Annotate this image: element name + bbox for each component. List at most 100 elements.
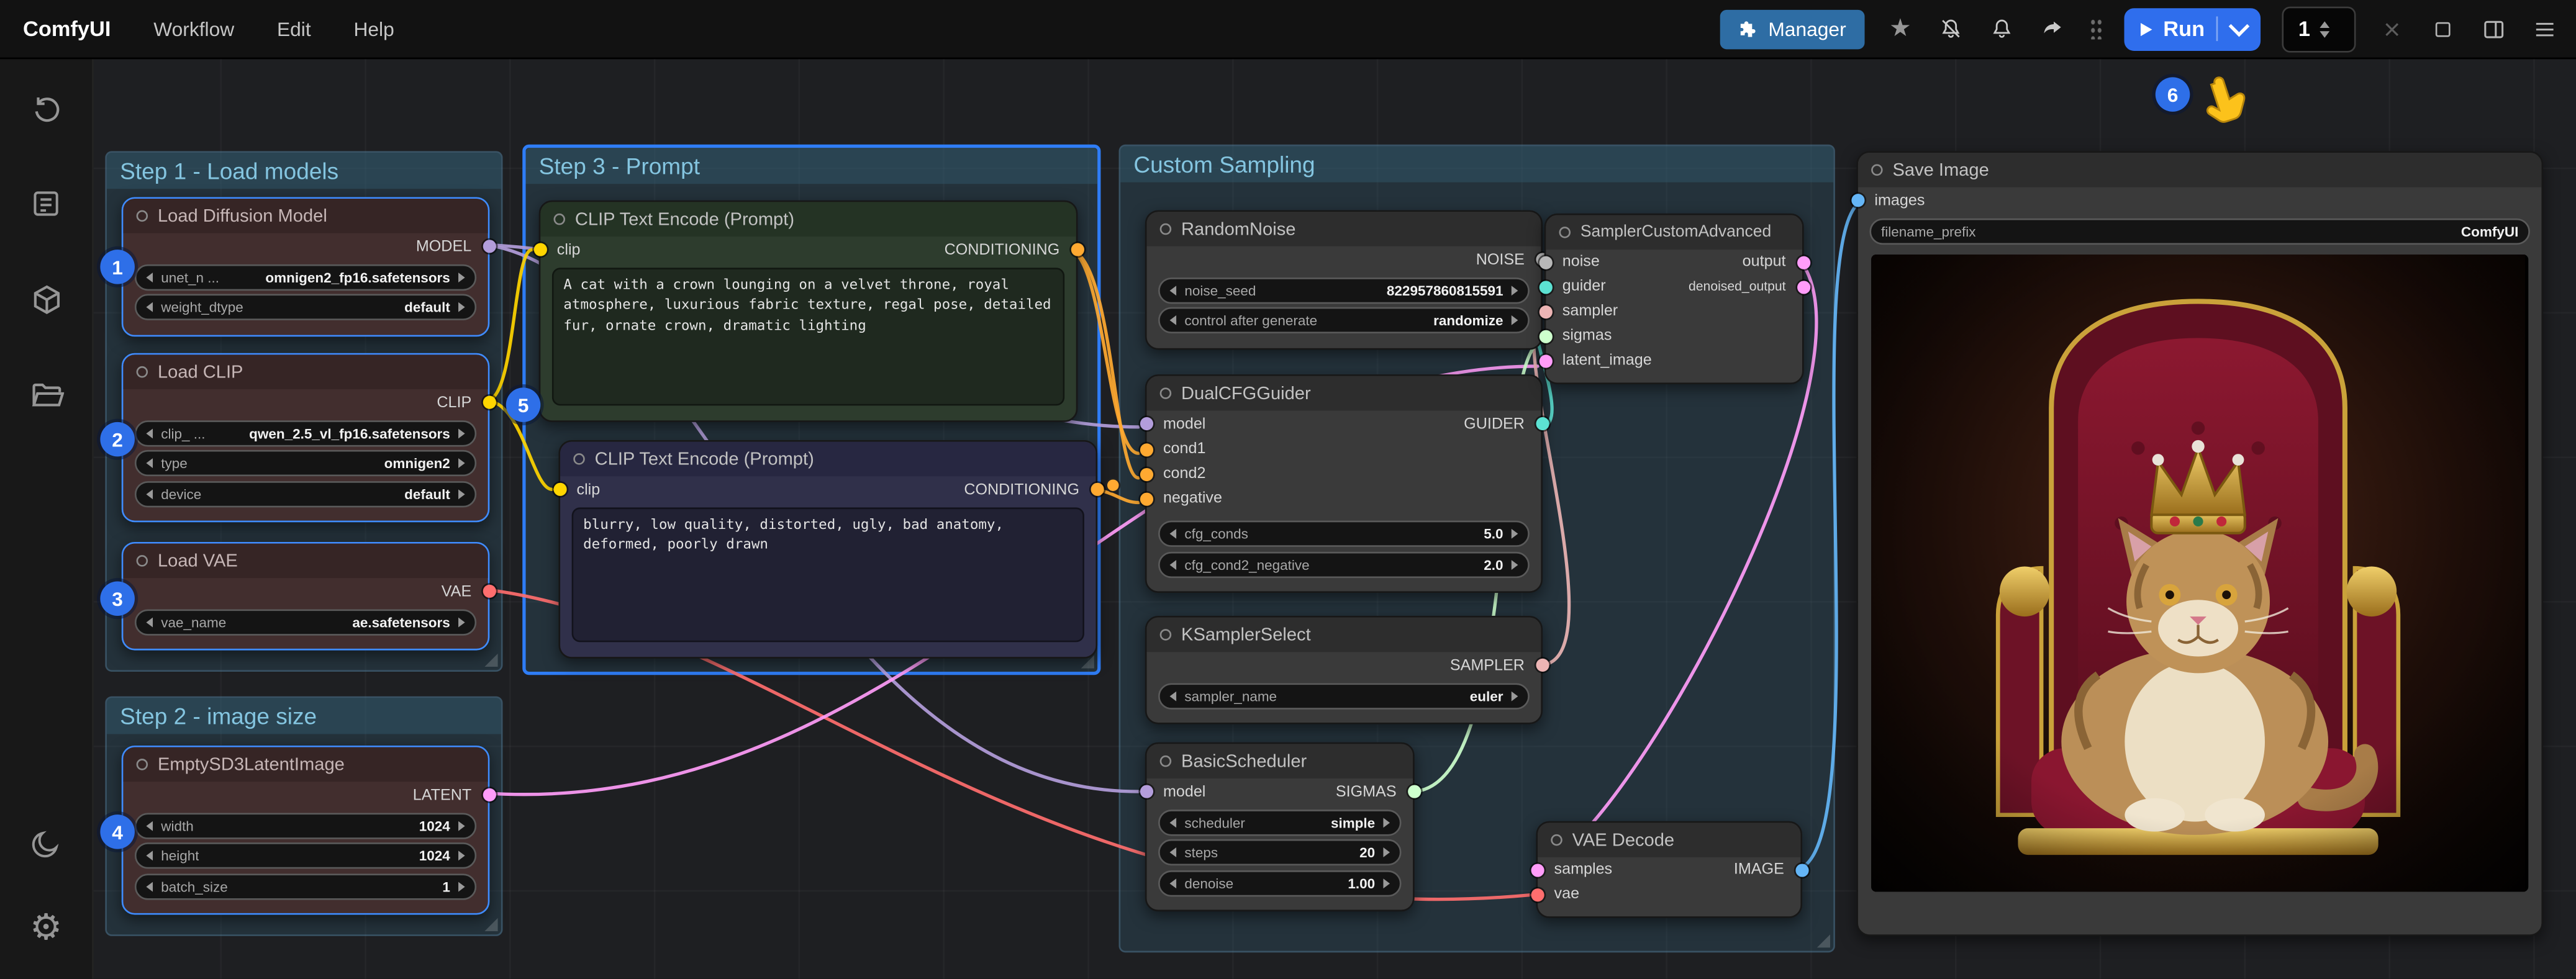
image-output-dot[interactable] (1795, 863, 1808, 876)
reroute-point[interactable] (1105, 478, 1120, 493)
next-arrow-icon[interactable] (458, 881, 465, 891)
manager-button[interactable]: Manager (1721, 9, 1864, 48)
node-random-noise[interactable]: RandomNoise NOISE noise_seed 82295786081… (1145, 210, 1543, 350)
negative-prompt-textarea[interactable]: blurry, low quality, distorted, ugly, ba… (572, 507, 1084, 642)
sampler-output-dot[interactable] (1535, 659, 1548, 672)
node-empty-sd3-latent-image[interactable]: EmptySD3LatentImage LATENT width 1024 he… (122, 746, 490, 914)
latent-output-dot[interactable] (482, 788, 495, 801)
panel-toggle-icon[interactable] (2479, 14, 2509, 43)
collapse-dot-icon[interactable] (553, 214, 565, 225)
group-title[interactable]: Step 3 - Prompt (526, 148, 1098, 184)
prev-arrow-icon[interactable] (1170, 690, 1177, 700)
clip-output-dot[interactable] (482, 396, 495, 409)
prev-arrow-icon[interactable] (146, 302, 153, 312)
widget-device[interactable]: device default (135, 480, 476, 507)
widget-noise-seed[interactable]: noise_seed 822957860815591 (1158, 277, 1530, 303)
prev-arrow-icon[interactable] (1170, 559, 1177, 569)
collapse-dot-icon[interactable] (1160, 223, 1172, 235)
widget-batch-size[interactable]: batch_size 1 (135, 873, 476, 899)
share-icon[interactable] (2038, 14, 2068, 43)
node-ksampler-select[interactable]: KSamplerSelect SAMPLER sampler_name eule… (1145, 616, 1543, 724)
node-header[interactable]: BasicScheduler (1146, 744, 1413, 778)
hamburger-menu-icon[interactable] (2530, 14, 2560, 43)
sigmas-output-dot[interactable] (1407, 785, 1420, 798)
collapse-dot-icon[interactable] (1160, 387, 1172, 399)
prev-arrow-icon[interactable] (1170, 529, 1177, 539)
batch-count-stepper[interactable]: 1 (2282, 6, 2356, 52)
prev-arrow-icon[interactable] (1170, 285, 1177, 295)
node-save-image[interactable]: Save Image images filename_prefix ComfyU… (1856, 151, 2543, 936)
prev-arrow-icon[interactable] (146, 458, 153, 468)
conditioning-output-dot[interactable] (1090, 483, 1103, 496)
next-arrow-icon[interactable] (458, 850, 465, 860)
node-header[interactable]: Load VAE (123, 544, 488, 579)
group-title[interactable]: Step 1 - Load models (107, 153, 501, 189)
next-arrow-icon[interactable] (1383, 817, 1390, 827)
node-clip-text-encode-negative[interactable]: CLIP Text Encode (Prompt) clip CONDITION… (558, 440, 1097, 659)
widget-denoise[interactable]: denoise 1.00 (1158, 870, 1402, 896)
prev-arrow-icon[interactable] (146, 616, 153, 626)
next-arrow-icon[interactable] (1383, 847, 1390, 857)
model-library-icon[interactable] (16, 364, 75, 423)
next-arrow-icon[interactable] (1512, 559, 1518, 569)
node-header[interactable]: CLIP Text Encode (Prompt) (540, 202, 1076, 237)
collapse-dot-icon[interactable] (1559, 227, 1571, 238)
settings-gear-icon[interactable]: ⚙ (16, 900, 75, 959)
next-arrow-icon[interactable] (458, 458, 465, 468)
widget-clip-name[interactable]: clip_ ... qwen_2.5_vl_fp16.safetensors (135, 420, 476, 446)
node-header[interactable]: VAE Decode (1538, 823, 1800, 857)
denoised-output-dot[interactable] (1797, 280, 1810, 293)
bell-icon[interactable] (1987, 14, 2017, 43)
widget-control-after-generate[interactable]: control after generate randomize (1158, 307, 1530, 333)
group-title[interactable]: Step 2 - image size (107, 698, 501, 734)
drag-handle-icon[interactable] (2089, 18, 2102, 39)
next-arrow-icon[interactable] (1512, 285, 1518, 295)
node-dual-cfg-guider[interactable]: DualCFGGuider model GUIDER cond1 cond2 n… (1145, 374, 1543, 593)
widget-vae-name[interactable]: vae_name ae.safetensors (135, 608, 476, 634)
vae-output-dot[interactable] (482, 585, 495, 598)
guider-output-dot[interactable] (1535, 417, 1548, 430)
app-logo[interactable]: ComfyUI (23, 16, 111, 41)
next-arrow-icon[interactable] (1512, 690, 1518, 700)
prev-arrow-icon[interactable] (146, 850, 153, 860)
prev-arrow-icon[interactable] (1170, 817, 1177, 827)
next-arrow-icon[interactable] (458, 616, 465, 626)
collapse-dot-icon[interactable] (1551, 834, 1562, 846)
collapse-dot-icon[interactable] (137, 555, 148, 567)
menu-help[interactable]: Help (353, 17, 394, 40)
node-header[interactable]: RandomNoise (1146, 212, 1541, 246)
widget-width[interactable]: width 1024 (135, 812, 476, 838)
next-arrow-icon[interactable] (458, 302, 465, 312)
positive-prompt-textarea[interactable]: A cat with a crown lounging on a velvet … (552, 268, 1064, 405)
widget-sampler-name[interactable]: sampler_name euler (1158, 682, 1530, 708)
group-title[interactable]: Custom Sampling (1120, 146, 1833, 182)
node-load-vae[interactable]: Load VAE VAE vae_name ae.safetensors (122, 542, 490, 651)
widget-height[interactable]: height 1024 (135, 842, 476, 868)
widget-cfg-cond2-negative[interactable]: cfg_cond2_negative 2.0 (1158, 551, 1530, 577)
next-arrow-icon[interactable] (1383, 878, 1390, 888)
next-arrow-icon[interactable] (458, 272, 465, 282)
next-arrow-icon[interactable] (458, 489, 465, 499)
widget-filename-prefix[interactable]: filename_prefix ComfyUI (1869, 218, 2529, 244)
prev-arrow-icon[interactable] (146, 272, 153, 282)
widget-weight-dtype[interactable]: weight_dtype default (135, 294, 476, 320)
node-library-icon[interactable] (16, 269, 75, 328)
node-clip-text-encode-positive[interactable]: CLIP Text Encode (Prompt) clip CONDITION… (539, 201, 1078, 422)
widget-type[interactable]: type omnigen2 (135, 450, 476, 476)
node-header[interactable]: Load Diffusion Model (123, 199, 488, 233)
conditioning-output-dot[interactable] (1070, 243, 1083, 256)
next-arrow-icon[interactable] (458, 428, 465, 438)
collapse-dot-icon[interactable] (1871, 165, 1883, 176)
next-arrow-icon[interactable] (1512, 315, 1518, 325)
prev-arrow-icon[interactable] (146, 881, 153, 891)
bell-off-icon[interactable] (1936, 14, 1966, 43)
prev-arrow-icon[interactable] (146, 820, 153, 830)
queue-icon[interactable] (16, 174, 75, 233)
prev-arrow-icon[interactable] (146, 428, 153, 438)
prev-arrow-icon[interactable] (1170, 847, 1177, 857)
collapse-dot-icon[interactable] (1160, 756, 1172, 767)
collapse-dot-icon[interactable] (573, 453, 585, 465)
node-header[interactable]: KSamplerSelect (1146, 618, 1541, 652)
stepper-arrows-icon[interactable] (2320, 20, 2330, 37)
collapse-dot-icon[interactable] (1160, 629, 1172, 641)
